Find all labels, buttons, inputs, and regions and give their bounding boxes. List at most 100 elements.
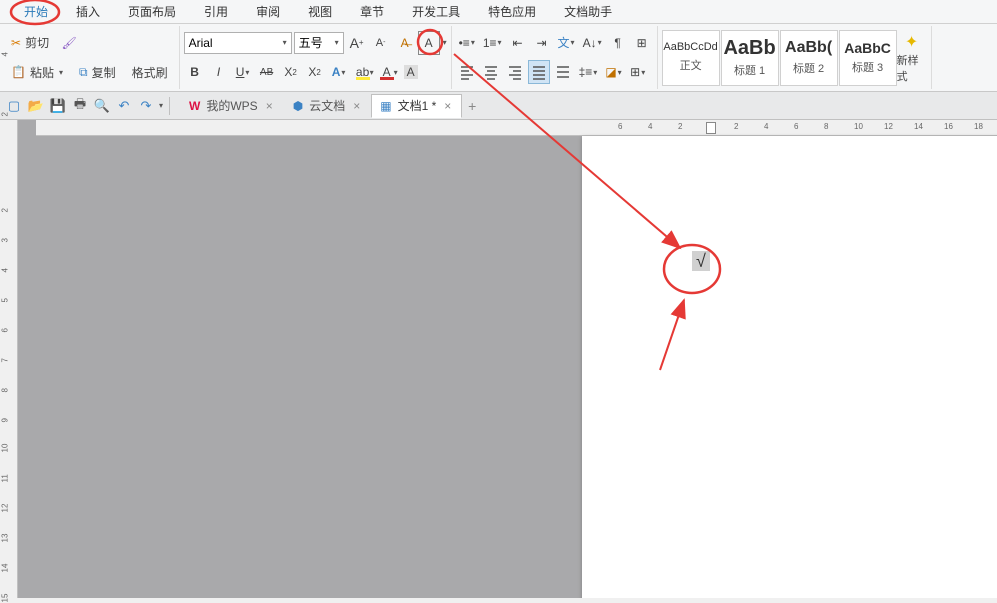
bold-label: B [190, 65, 199, 79]
format-painter-button[interactable]: 格式刷 [125, 60, 175, 84]
qat-more[interactable]: ▾ [159, 101, 163, 110]
chevron-down-icon: ▾ [593, 68, 597, 77]
superscript-button[interactable]: X2 [280, 60, 302, 84]
selected-text: √ [692, 251, 710, 271]
char-shading-label: A [404, 65, 418, 79]
sort-button[interactable]: A↓▾ [580, 31, 605, 55]
italic-button[interactable]: I [208, 60, 230, 84]
clipboard-icon: 📋 [11, 65, 26, 79]
menu-references[interactable]: 引用 [190, 0, 242, 23]
decrease-indent-button[interactable]: ⇤ [507, 31, 529, 55]
font-name-value: Arial [189, 36, 213, 50]
horizontal-ruler[interactable]: 6422468101214161820 [36, 120, 997, 136]
format-painter-icon-button[interactable]: 🖌 [58, 31, 80, 55]
indent-marker[interactable] [706, 122, 716, 134]
shading-button[interactable]: ◪▾ [602, 60, 624, 84]
tab-document-1[interactable]: ▦ 文档1 * × [371, 94, 462, 118]
highlight-button[interactable]: ab▾ [352, 60, 374, 84]
undo-icon: ↶ [119, 98, 130, 114]
numbering-button[interactable]: 1≡▾ [480, 31, 505, 55]
document-text[interactable]: √ [692, 251, 710, 272]
paste-button[interactable]: 📋 粘贴 ▾ [4, 60, 70, 84]
ruler-mark: 10 [1, 444, 10, 453]
cut-button[interactable]: ✂ 剪切 [4, 31, 56, 55]
tab-close-button[interactable]: × [264, 99, 275, 113]
align-center-icon [483, 64, 499, 80]
chevron-down-icon[interactable]: ▾ [443, 38, 447, 47]
qat-save[interactable]: 💾 [48, 96, 68, 116]
menu-sections[interactable]: 章节 [346, 0, 398, 23]
tab-close-button[interactable]: × [351, 99, 362, 113]
strike-button[interactable]: AB [256, 60, 278, 84]
format-painter-label: 格式刷 [132, 64, 168, 81]
copy-button[interactable]: ⧉ 复制 [72, 60, 123, 84]
show-marks-button[interactable]: ¶ [607, 31, 629, 55]
shrink-font-button[interactable]: A- [370, 31, 392, 55]
ruler-mark: 7 [1, 358, 10, 362]
qat-preview[interactable]: 🔍 [92, 96, 112, 116]
ruler-mark: 18 [974, 122, 983, 131]
menu-start[interactable]: 开始 [10, 0, 62, 23]
borders-button[interactable]: ⊞ [631, 31, 653, 55]
clear-format-button[interactable]: A̶ [394, 31, 416, 55]
bullets-button[interactable]: •≡▾ [456, 31, 478, 55]
style-heading-3[interactable]: AaBbC 标题 3 [839, 30, 897, 86]
document-canvas[interactable]: 6422468101214161820 √ [18, 120, 997, 598]
vertical-ruler[interactable]: 4223456789101112131415 [0, 120, 18, 598]
distribute-button[interactable] [552, 60, 574, 84]
qat-print[interactable]: 🖶 [70, 96, 90, 116]
scissors-icon: ✂ [11, 36, 21, 50]
align-left-icon [459, 64, 475, 80]
menu-page-layout[interactable]: 页面布局 [114, 0, 190, 23]
bold-button[interactable]: B [184, 60, 206, 84]
new-style-button[interactable]: ✦ 新样式 [897, 30, 927, 86]
font-size-select[interactable]: 五号 ▾ [294, 32, 344, 54]
text-effects-button[interactable]: A▾ [328, 60, 350, 84]
ruler-mark: 4 [764, 122, 768, 131]
qat-redo[interactable]: ↷ [136, 96, 156, 116]
align-left-button[interactable] [456, 60, 478, 84]
tabs-button[interactable]: ⊞▾ [627, 60, 649, 84]
text-direction-button[interactable]: 文▾ [555, 31, 578, 55]
style-normal[interactable]: AaBbCcDd 正文 [662, 30, 720, 86]
ruler-mark: 4 [1, 268, 10, 272]
qat-open[interactable]: 📂 [26, 96, 46, 116]
align-justify-icon [531, 64, 547, 80]
font-color-button[interactable]: A▾ [376, 60, 398, 84]
tab-bar: ▢ 📂 💾 🖶 🔍 ↶ ↷ ▾ W 我的WPS × ⬢ 云文档 × ▦ 文档1 … [0, 92, 997, 120]
ruler-mark: 11 [1, 474, 10, 482]
line-spacing-button[interactable]: ‡≡▾ [576, 60, 601, 84]
add-tab-button[interactable]: + [462, 98, 482, 114]
char-shading-button[interactable]: A [400, 60, 422, 84]
tab-cloud-docs[interactable]: ⬢ 云文档 × [284, 94, 372, 118]
increase-indent-button[interactable]: ⇥ [531, 31, 553, 55]
ruler-mark: 6 [618, 122, 622, 131]
menu-insert[interactable]: 插入 [62, 0, 114, 23]
underline-label: U [236, 65, 245, 79]
ruler-mark: 2 [678, 122, 682, 131]
char-border-button[interactable]: A [418, 31, 440, 55]
wps-icon: W [189, 99, 200, 113]
menu-review[interactable]: 审阅 [242, 0, 294, 23]
style-heading-2[interactable]: AaBb( 标题 2 [780, 30, 838, 86]
tab-my-wps[interactable]: W 我的WPS × [180, 94, 284, 118]
menu-developer[interactable]: 开发工具 [398, 0, 474, 23]
align-justify-button[interactable] [528, 60, 550, 84]
font-name-select[interactable]: Arial ▾ [184, 32, 292, 54]
tab-close-button[interactable]: × [442, 99, 453, 113]
cut-label: 剪切 [25, 34, 49, 51]
qat-undo[interactable]: ↶ [114, 96, 134, 116]
subscript-button[interactable]: X2 [304, 60, 326, 84]
document-page[interactable]: √ [582, 136, 997, 598]
style-label: 标题 3 [852, 59, 883, 75]
align-center-button[interactable] [480, 60, 502, 84]
ruler-mark: 14 [914, 122, 923, 131]
align-right-button[interactable] [504, 60, 526, 84]
menu-doc-assistant[interactable]: 文档助手 [550, 0, 626, 23]
menu-view[interactable]: 视图 [294, 0, 346, 23]
underline-button[interactable]: U▾ [232, 60, 254, 84]
menu-featured[interactable]: 特色应用 [474, 0, 550, 23]
grow-font-button[interactable]: A+ [346, 31, 368, 55]
save-icon: 💾 [50, 98, 66, 114]
style-heading-1[interactable]: AaBb 标题 1 [721, 30, 779, 86]
